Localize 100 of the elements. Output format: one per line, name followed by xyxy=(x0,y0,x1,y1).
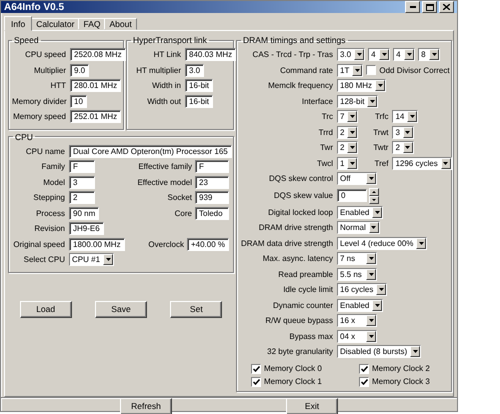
action-button[interactable]: Load xyxy=(20,300,72,318)
group-title: HyperTransport link xyxy=(132,35,208,45)
field-label: Stepping xyxy=(32,193,66,202)
checkbox-label: Memory Clock 3 xyxy=(372,377,430,386)
dropdown[interactable]: 14 xyxy=(392,110,418,124)
field-label: Original speed xyxy=(13,240,66,249)
field-label: Trrd xyxy=(318,128,334,137)
field-label: Idle cycle limit xyxy=(282,285,334,294)
text-field[interactable]: 90 nm xyxy=(69,206,100,220)
field-label: Process xyxy=(35,208,66,218)
text-field[interactable]: 2520.08 MHz xyxy=(70,48,126,62)
dropdown[interactable]: 1T xyxy=(337,64,364,77)
tab[interactable]: FAQ xyxy=(78,18,106,30)
dropdown[interactable]: 8 xyxy=(418,48,440,62)
dropdown[interactable]: 16 x xyxy=(337,314,377,328)
field-label: DQS skew control xyxy=(268,174,334,184)
text-field[interactable]: +40.00 % xyxy=(186,238,229,251)
checkbox-label: Memory Clock 0 xyxy=(264,364,322,373)
field-label: Width out xyxy=(146,96,182,106)
group-title: CPU xyxy=(14,132,34,142)
dropdown[interactable]: 4 xyxy=(368,48,390,62)
field-label: Revision xyxy=(33,224,66,234)
field-label: DRAM drive strength xyxy=(258,223,334,232)
field-label: Bypass max xyxy=(288,332,334,341)
tab[interactable]: About xyxy=(104,18,137,30)
dropdown[interactable]: 4 xyxy=(393,48,416,62)
dropdown[interactable]: 5.5 ns xyxy=(337,268,377,281)
field-label: Command rate xyxy=(279,66,334,75)
dropdown[interactable]: Disabled (8 bursts) xyxy=(337,345,422,358)
dropdown[interactable]: Off xyxy=(337,172,377,186)
text-field[interactable]: 280.01 MHz xyxy=(70,79,122,92)
text-field[interactable]: 9.0 xyxy=(70,64,90,77)
text-field[interactable]: F xyxy=(69,160,95,174)
field-label: Tref xyxy=(374,158,390,168)
field-label: Digital locked loop xyxy=(267,208,334,217)
dropdown[interactable]: 3.0 xyxy=(337,48,366,62)
dropdown[interactable]: 2 xyxy=(337,141,358,154)
text-field[interactable]: 16-bit xyxy=(185,79,214,92)
field-label: Twcl xyxy=(316,158,334,168)
text-field[interactable]: Dual Core AMD Opteron(tm) Processor 165 xyxy=(69,144,232,158)
field-label: DRAM data drive strength xyxy=(241,238,334,248)
text-field[interactable]: 1800.00 MHz xyxy=(69,238,125,251)
text-field[interactable]: 3 xyxy=(69,176,95,189)
field-label: Twr xyxy=(319,143,334,152)
text-field[interactable]: Toledo xyxy=(195,206,229,220)
dropdown[interactable]: 2 xyxy=(337,126,358,139)
text-field[interactable]: 10 xyxy=(70,94,87,108)
dropdown[interactable]: Level 4 (reduce 00% xyxy=(337,236,428,250)
field-label: Width in xyxy=(151,81,182,90)
dropdown[interactable]: Enabled xyxy=(337,298,384,312)
field-label: Trc xyxy=(320,112,334,122)
field-label: Effective family xyxy=(138,162,193,172)
field-label: Trfc xyxy=(374,112,390,122)
dropdown[interactable]: 3 xyxy=(392,126,414,139)
text-field[interactable]: 252.01 MHz xyxy=(70,110,122,124)
dropdown[interactable]: Enabled xyxy=(337,206,384,219)
dropdown[interactable]: 7 xyxy=(337,110,358,124)
input-field[interactable]: 0 xyxy=(337,189,367,202)
action-button[interactable]: Set xyxy=(170,300,222,318)
text-field[interactable]: 2 xyxy=(69,191,95,204)
field-label: Twtr xyxy=(372,143,390,152)
text-field[interactable]: 23 xyxy=(195,176,229,189)
field-label: CPU name xyxy=(24,146,66,156)
text-field[interactable]: 3.0 xyxy=(185,64,204,77)
dropdown[interactable]: 1296 cycles xyxy=(392,156,452,170)
field-label: Trwt xyxy=(372,128,390,137)
field-label: Core xyxy=(174,208,193,218)
text-field[interactable]: 939 xyxy=(195,191,229,204)
field-label: Memclk frequency xyxy=(267,81,334,90)
group-title: DRAM timings and settings xyxy=(242,35,347,45)
tab[interactable]: Info xyxy=(4,16,32,31)
dropdown[interactable]: 1 xyxy=(337,156,358,170)
field-label: R/W queue bypass xyxy=(264,316,334,326)
dropdown[interactable]: 7 ns xyxy=(337,252,377,266)
field-label: Socket xyxy=(168,193,193,202)
dropdown[interactable]: 16 cycles xyxy=(337,283,388,296)
checkbox-label: Odd Divisor Correct xyxy=(379,66,450,75)
bottom-button[interactable]: Exit xyxy=(286,398,338,414)
field-label: Model xyxy=(42,178,66,187)
text-field[interactable]: F xyxy=(195,160,229,174)
field-label: Dynamic counter xyxy=(272,300,334,310)
text-field[interactable]: 840.03 MHz xyxy=(185,48,236,62)
dropdown[interactable]: 2 xyxy=(392,141,414,154)
field-label: Overclock xyxy=(148,240,185,249)
dropdown[interactable]: Normal xyxy=(337,221,380,234)
bottom-button[interactable]: Refresh xyxy=(120,398,172,414)
dropdown[interactable]: 128-bit xyxy=(337,94,378,108)
dropdown[interactable]: CPU #1 xyxy=(69,253,114,266)
action-button[interactable]: Save xyxy=(94,300,147,318)
field-label: Read preamble xyxy=(277,270,334,279)
tab[interactable]: Calculator xyxy=(31,18,80,30)
field-label: CPU speed xyxy=(24,50,67,60)
dropdown[interactable]: 04 x xyxy=(337,330,377,343)
field-label: Multiplier xyxy=(32,66,67,75)
text-field[interactable]: 16-bit xyxy=(185,94,214,108)
text-field[interactable]: JH9-E6 xyxy=(69,222,104,236)
field-label: Interface xyxy=(300,96,334,106)
dropdown[interactable]: 180 MHz xyxy=(337,79,386,92)
field-label: 32 byte granularity xyxy=(266,347,334,356)
group-title: Speed xyxy=(13,35,40,45)
